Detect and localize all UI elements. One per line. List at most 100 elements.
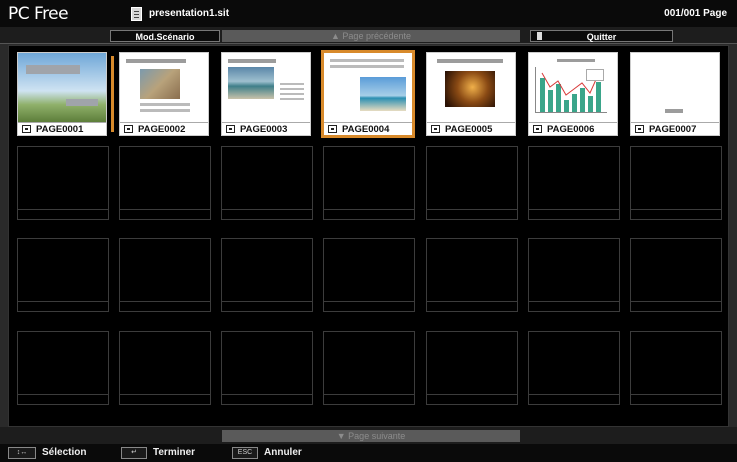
empty-slot[interactable] [119, 146, 211, 220]
app-title: PC Free [8, 4, 69, 24]
slide-thumbnail-1[interactable]: PAGE0001 [17, 52, 107, 136]
slot-caption-divider [120, 301, 210, 302]
empty-slot[interactable] [630, 331, 722, 405]
quit-label: Quitter [586, 32, 617, 42]
empty-slot[interactable] [119, 238, 211, 312]
text-placeholder [280, 83, 304, 85]
landscape-photo [18, 53, 106, 122]
escape-key-icon: ESC [232, 447, 258, 459]
document-icon [131, 7, 142, 21]
next-page-bar: ▼ Page suivante [0, 427, 737, 444]
slide-caption: PAGE0006 [529, 122, 617, 135]
slide-preview [427, 53, 515, 122]
slide-icon [226, 125, 235, 133]
empty-slot[interactable] [323, 331, 415, 405]
title-placeholder [330, 59, 404, 62]
slide-caption: PAGE0002 [120, 122, 208, 135]
enter-key-icon: ↵ [121, 447, 147, 459]
empty-slot[interactable] [528, 238, 620, 312]
slot-caption-divider [222, 209, 312, 210]
slide-label: PAGE0006 [547, 124, 595, 135]
quit-button[interactable]: Quitter [530, 30, 673, 42]
chart-legend [586, 69, 604, 81]
empty-slot[interactable] [17, 146, 109, 220]
slide-icon [124, 125, 133, 133]
slide-caption: PAGE0004 [324, 122, 412, 135]
title-placeholder [228, 59, 276, 63]
slot-caption-divider [120, 209, 210, 210]
title-bar: PC Free presentation1.sit 001/001 Page [0, 0, 737, 27]
slide-caption: PAGE0003 [222, 122, 310, 135]
slide-label: PAGE0005 [445, 124, 493, 135]
button-bar: Mod.Scénario ▲ Page précédente Quitter [0, 27, 737, 44]
help-cancel-label: Annuler [264, 447, 302, 458]
empty-slot[interactable] [426, 146, 518, 220]
slot-caption-divider [324, 301, 414, 302]
empty-slot[interactable] [17, 238, 109, 312]
title-placeholder [330, 65, 404, 68]
insertion-cursor [111, 56, 114, 132]
slot-caption-divider [222, 394, 312, 395]
empty-slot[interactable] [221, 238, 313, 312]
empty-slot[interactable] [17, 331, 109, 405]
slide-icon [431, 125, 440, 133]
slot-caption-divider [529, 301, 619, 302]
title-placeholder [437, 59, 503, 63]
page-count: 001/001 Page [664, 8, 727, 19]
empty-slot[interactable] [221, 331, 313, 405]
coast-photo [228, 67, 274, 99]
text-placeholder [280, 88, 304, 90]
previous-page-button[interactable]: ▲ Page précédente [222, 30, 520, 42]
slide-preview [529, 53, 617, 122]
slide-thumbnail-4[interactable]: PAGE0004 [321, 50, 415, 138]
help-finish-label: Terminer [153, 447, 196, 458]
slide-label: PAGE0007 [649, 124, 697, 135]
slide-thumbnail-2[interactable]: PAGE0002 [119, 52, 209, 136]
slide-preview [631, 53, 719, 122]
scenario-mode-button[interactable]: Mod.Scénario [110, 30, 220, 42]
exit-icon [537, 32, 542, 40]
slide-caption: PAGE0005 [427, 122, 515, 135]
empty-slot[interactable] [323, 238, 415, 312]
slide-preview [222, 53, 310, 122]
slot-caption-divider [529, 209, 619, 210]
text-placeholder [665, 109, 683, 113]
empty-slot[interactable] [323, 146, 415, 220]
empty-slot[interactable] [528, 146, 620, 220]
text-placeholder [280, 93, 304, 95]
slide-caption: PAGE0007 [631, 122, 719, 135]
empty-slot[interactable] [528, 331, 620, 405]
empty-slot[interactable] [630, 146, 722, 220]
file-name: presentation1.sit [149, 8, 230, 19]
mini-chart [535, 67, 607, 113]
slide-thumbnail-7[interactable]: PAGE0007 [630, 52, 720, 136]
slot-caption-divider [18, 209, 108, 210]
city-photo [140, 69, 180, 99]
slot-caption-divider [427, 394, 517, 395]
slot-caption-divider [324, 394, 414, 395]
title-placeholder [126, 59, 186, 63]
arrow-keys-icon: ↕↔ [8, 447, 36, 459]
slide-thumbnail-3[interactable]: PAGE0003 [221, 52, 311, 136]
empty-slot[interactable] [630, 238, 722, 312]
empty-slot[interactable] [426, 331, 518, 405]
empty-slot[interactable] [119, 331, 211, 405]
slot-caption-divider [222, 301, 312, 302]
slide-preview [18, 53, 106, 122]
next-page-button[interactable]: ▼ Page suivante [222, 430, 520, 442]
text-placeholder [66, 99, 98, 106]
slot-caption-divider [631, 209, 721, 210]
slide-label: PAGE0003 [240, 124, 288, 135]
slide-thumbnail-6[interactable]: PAGE0006 [528, 52, 618, 136]
text-placeholder [140, 103, 190, 106]
slide-thumbnail-5[interactable]: PAGE0005 [426, 52, 516, 136]
empty-slot[interactable] [426, 238, 518, 312]
slot-caption-divider [631, 301, 721, 302]
empty-slot[interactable] [221, 146, 313, 220]
slot-caption-divider [18, 301, 108, 302]
slot-caption-divider [631, 394, 721, 395]
slot-caption-divider [324, 209, 414, 210]
help-select-label: Sélection [42, 447, 87, 458]
slide-label: PAGE0004 [342, 124, 390, 135]
title-placeholder [557, 59, 595, 62]
